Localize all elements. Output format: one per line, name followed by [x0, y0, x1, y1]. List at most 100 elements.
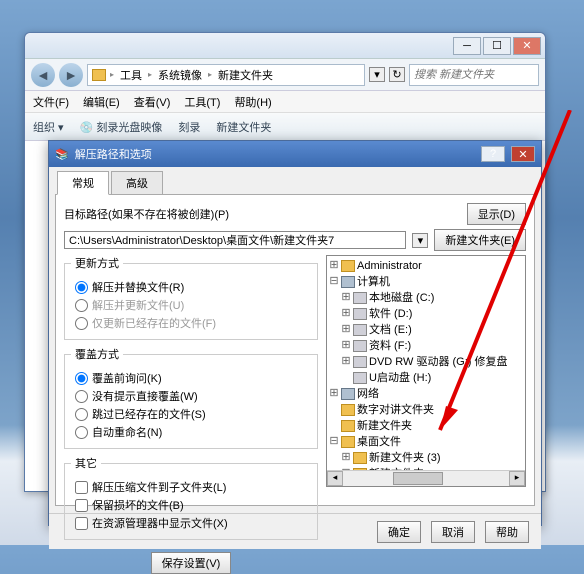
overwrite-skip[interactable]: 跳过已经存在的文件(S): [71, 406, 311, 422]
breadcrumb[interactable]: 工具: [118, 67, 144, 83]
menu-file[interactable]: 文件(F): [33, 94, 69, 110]
dialog-tabs: 常规 高级: [49, 167, 541, 195]
burn-image-button[interactable]: 💿 刻录光盘映像: [80, 119, 163, 135]
misc-group: 其它 解压压缩文件到子文件夹(L) 保留损坏的文件(B) 在资源管理器中显示文件…: [64, 455, 318, 540]
drive-icon: [353, 324, 367, 336]
tab-general[interactable]: 常规: [57, 171, 109, 195]
tree-node[interactable]: DVD RW 驱动器 (G:) 修复盘: [369, 354, 508, 370]
tree-node[interactable]: Administrator: [357, 258, 422, 274]
search-input[interactable]: [409, 64, 539, 86]
breadcrumb[interactable]: 新建文件夹: [216, 67, 275, 83]
burn-button[interactable]: 刻录: [178, 119, 200, 135]
maximize-button[interactable]: ☐: [483, 37, 511, 55]
explorer-menubar: 文件(F) 编辑(E) 查看(V) 工具(T) 帮助(H): [25, 91, 545, 113]
update-group: 更新方式 解压并替换文件(R) 解压并更新文件(U) 仅更新已经存在的文件(F): [64, 255, 318, 340]
expand-icon[interactable]: ⊞: [329, 386, 339, 402]
tree-node[interactable]: 软件 (D:): [369, 306, 412, 322]
misc-explorer[interactable]: 在资源管理器中显示文件(X): [71, 515, 311, 531]
tree-node[interactable]: 新建文件夹: [357, 418, 412, 434]
expand-icon[interactable]: ⊞: [341, 290, 351, 306]
folder-icon: [92, 69, 106, 81]
archive-icon: 📚: [55, 148, 69, 161]
tree-node[interactable]: 新建文件夹 (3): [369, 450, 441, 466]
tab-panel: 目标路径(如果不存在将被创建)(P) 显示(D) ▾ 新建文件夹(E) 更新方式…: [55, 194, 535, 506]
update-replace[interactable]: 解压并替换文件(R): [71, 279, 311, 295]
tree-node[interactable]: 计算机: [357, 274, 390, 290]
menu-edit[interactable]: 编辑(E): [83, 94, 120, 110]
extract-dialog: 📚 解压路径和选项 ? ✕ 常规 高级 目标路径(如果不存在将被创建)(P) 显…: [48, 140, 542, 526]
horizontal-scrollbar[interactable]: ◂ ▸: [327, 470, 525, 486]
ok-button[interactable]: 确定: [377, 521, 421, 543]
tree-node[interactable]: U启动盘 (H:): [369, 370, 431, 386]
update-update[interactable]: 解压并更新文件(U): [71, 297, 311, 313]
tree-node[interactable]: 文档 (E:): [369, 322, 412, 338]
tree-node[interactable]: 本地磁盘 (C:): [369, 290, 434, 306]
dest-path-input[interactable]: [64, 231, 406, 249]
expand-icon[interactable]: ⊞: [341, 306, 351, 322]
update-fresh[interactable]: 仅更新已经存在的文件(F): [71, 315, 311, 331]
expand-icon[interactable]: ⊞: [341, 354, 351, 370]
menu-tools[interactable]: 工具(T): [184, 94, 220, 110]
dest-label: 目标路径(如果不存在将被创建)(P): [64, 206, 461, 222]
tree-node[interactable]: 桌面文件: [357, 434, 401, 450]
misc-legend: 其它: [71, 455, 101, 471]
drive-icon: [353, 292, 367, 304]
save-settings-button[interactable]: 保存设置(V): [151, 552, 232, 574]
scroll-right-button[interactable]: ▸: [509, 471, 525, 486]
breadcrumb[interactable]: 系统镜像: [156, 67, 204, 83]
expand-icon[interactable]: ⊞: [341, 450, 351, 466]
tab-advanced[interactable]: 高级: [111, 171, 163, 195]
scroll-thumb[interactable]: [393, 472, 443, 485]
expand-icon[interactable]: ⊞: [329, 258, 339, 274]
menu-help[interactable]: 帮助(H): [234, 94, 271, 110]
overwrite-group: 覆盖方式 覆盖前询问(K) 没有提示直接覆盖(W) 跳过已经存在的文件(S) 自…: [64, 346, 318, 449]
chevron-right-icon: ▸: [148, 70, 152, 79]
cancel-button[interactable]: 取消: [431, 521, 475, 543]
expand-icon[interactable]: ⊞: [341, 322, 351, 338]
help-button[interactable]: 帮助: [485, 521, 529, 543]
explorer-toolbar: 组织 ▾ 💿 刻录光盘映像 刻录 新建文件夹: [25, 113, 545, 141]
misc-broken[interactable]: 保留损坏的文件(B): [71, 497, 311, 513]
overwrite-silent[interactable]: 没有提示直接覆盖(W): [71, 388, 311, 404]
folder-icon: [341, 260, 355, 272]
menu-view[interactable]: 查看(V): [134, 94, 171, 110]
folder-icon: [341, 420, 355, 432]
refresh-button[interactable]: ↻: [389, 67, 405, 82]
network-icon: [341, 388, 355, 400]
forward-button[interactable]: ►: [59, 63, 83, 87]
expand-icon[interactable]: ⊞: [341, 338, 351, 354]
update-legend: 更新方式: [71, 255, 123, 271]
drive-icon: [353, 340, 367, 352]
overwrite-ask[interactable]: 覆盖前询问(K): [71, 370, 311, 386]
chevron-right-icon: ▸: [208, 70, 212, 79]
close-button[interactable]: ✕: [513, 37, 541, 55]
misc-subfolder[interactable]: 解压压缩文件到子文件夹(L): [71, 479, 311, 495]
dialog-titlebar: 📚 解压路径和选项 ? ✕: [49, 141, 541, 167]
back-button[interactable]: ◄: [31, 63, 55, 87]
folder-tree[interactable]: ⊞Administrator ⊟计算机 ⊞本地磁盘 (C:) ⊞软件 (D:) …: [326, 255, 526, 487]
tree-node[interactable]: 资料 (F:): [369, 338, 411, 354]
tree-node[interactable]: 网络: [357, 386, 379, 402]
new-folder-button[interactable]: 新建文件夹: [216, 119, 271, 135]
organize-button[interactable]: 组织 ▾: [33, 119, 64, 135]
path-dropdown[interactable]: ▾: [412, 233, 428, 248]
overwrite-rename[interactable]: 自动重命名(N): [71, 424, 311, 440]
minimize-button[interactable]: ─: [453, 37, 481, 55]
scroll-left-button[interactable]: ◂: [327, 471, 343, 486]
tree-node[interactable]: 数字对讲文件夹: [357, 402, 434, 418]
collapse-icon[interactable]: ⊟: [329, 274, 339, 290]
new-folder-button[interactable]: 新建文件夹(E): [434, 229, 526, 251]
display-button[interactable]: 显示(D): [467, 203, 526, 225]
dialog-help-button[interactable]: ?: [481, 146, 505, 162]
drive-icon: [353, 372, 367, 384]
folder-icon: [341, 404, 355, 416]
address-bar[interactable]: ▸ 工具 ▸ 系统镜像 ▸ 新建文件夹: [87, 64, 365, 86]
dialog-title: 解压路径和选项: [75, 146, 152, 162]
address-dropdown[interactable]: ▾: [369, 67, 385, 82]
dialog-close-button[interactable]: ✕: [511, 146, 535, 162]
collapse-icon[interactable]: ⊟: [329, 434, 339, 450]
explorer-titlebar: ─ ☐ ✕: [25, 33, 545, 59]
folder-icon: [341, 436, 355, 448]
overwrite-legend: 覆盖方式: [71, 346, 123, 362]
dvd-icon: [353, 356, 367, 368]
